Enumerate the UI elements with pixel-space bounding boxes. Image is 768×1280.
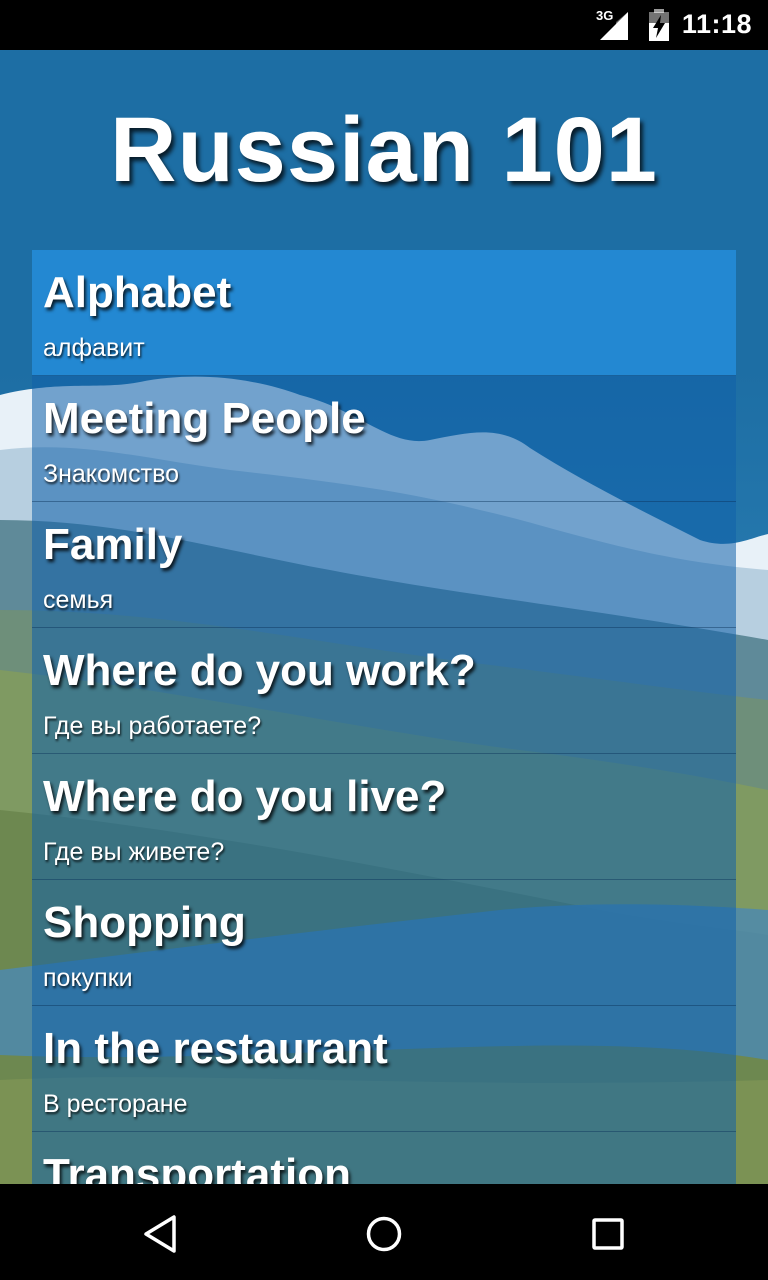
lesson-item-where-do-you-live[interactable]: Where do you live? Где вы живете? [32,754,736,880]
app-title: Russian 101 [110,99,658,201]
lesson-item-shopping[interactable]: Shopping покупки [32,880,736,1006]
cell-signal-icon: 3G [596,8,630,42]
back-icon[interactable] [138,1212,182,1256]
lesson-subtitle: семья [43,586,114,614]
lesson-title: Shopping [43,898,246,947]
lesson-title: Transportation [43,1150,352,1184]
lesson-subtitle: Где вы работаете? [43,712,262,740]
navigation-bar [0,1184,768,1280]
lesson-item-alphabet[interactable]: Alphabet алфавит [32,250,736,376]
lesson-list[interactable]: Alphabet алфавит Meeting People Знакомст… [32,250,736,1184]
lesson-title: Where do you work? [43,646,476,695]
lesson-item-meeting-people[interactable]: Meeting People Знакомство [32,376,736,502]
status-bar: 3G 11:18 [0,0,768,50]
lesson-title: Where do you live? [43,772,447,821]
lesson-title: Meeting People [43,394,366,443]
battery-charging-icon [648,9,670,41]
lesson-title: In the restaurant [43,1024,388,1073]
clock: 11:18 [681,9,752,39]
lesson-item-family[interactable]: Family семья [32,502,736,628]
lesson-subtitle: Знакомство [43,460,179,488]
home-icon[interactable] [362,1212,406,1256]
lesson-subtitle: алфавит [43,334,145,362]
lesson-item-transportation[interactable]: Transportation [32,1132,736,1184]
lesson-title: Family [43,520,183,569]
recents-icon[interactable] [586,1212,630,1256]
lesson-title: Alphabet [43,268,232,317]
lesson-subtitle: Где вы живете? [43,838,225,866]
lesson-item-where-do-you-work[interactable]: Where do you work? Где вы работаете? [32,628,736,754]
lesson-subtitle: В ресторане [43,1090,188,1118]
lesson-subtitle: покупки [43,964,133,992]
lesson-item-in-the-restaurant[interactable]: In the restaurant В ресторане [32,1006,736,1132]
